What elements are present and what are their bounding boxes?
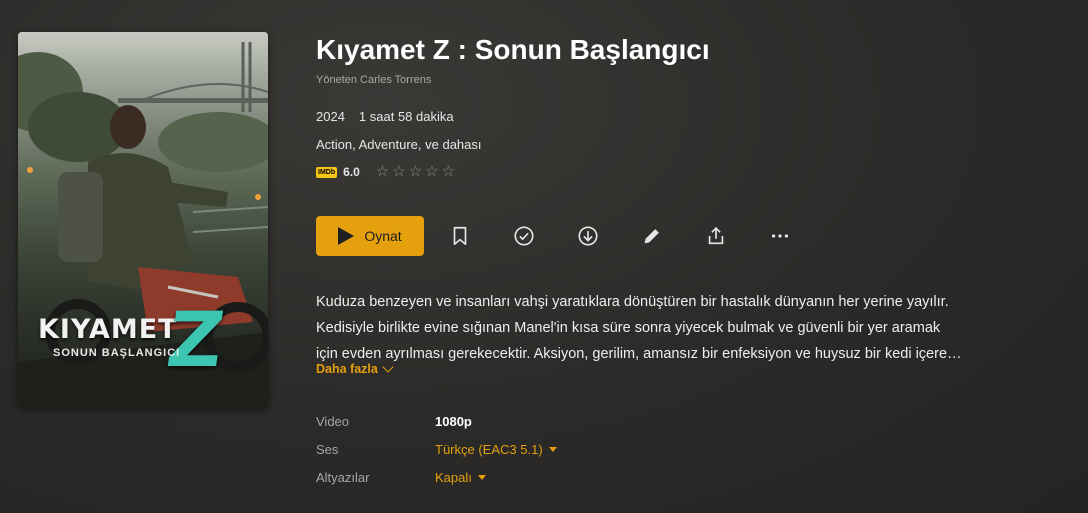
description-line: için evden ayrılması gerekecektir. Aksiy… bbox=[316, 346, 962, 362]
play-button[interactable]: Oynat bbox=[316, 216, 424, 256]
subtitles-value: Kapalı bbox=[435, 470, 472, 485]
poster-z-logo: Z bbox=[161, 295, 230, 384]
movie-description: Kuduza benzeyen ve insanları vahşi yarat… bbox=[316, 289, 1021, 367]
poster-subtitle-text: SONUN BAŞLANGICI bbox=[53, 347, 181, 359]
movie-meta: 2024 1 saat 58 dakika bbox=[316, 109, 454, 124]
user-rating-stars[interactable]: ☆ ☆ ☆ ☆ ☆ bbox=[376, 164, 455, 180]
chevron-down-icon bbox=[382, 361, 394, 373]
bookmark-button[interactable] bbox=[440, 216, 480, 256]
star-icon[interactable]: ☆ bbox=[392, 164, 405, 180]
release-year[interactable]: 2024 bbox=[316, 109, 345, 124]
share-icon bbox=[708, 227, 724, 245]
more-options-button[interactable] bbox=[760, 216, 800, 256]
audio-select[interactable]: Türkçe (EAC3 5.1) bbox=[435, 442, 557, 457]
play-button-label: Oynat bbox=[364, 228, 402, 244]
download-button[interactable] bbox=[568, 216, 608, 256]
read-more-label: Daha fazla bbox=[316, 362, 378, 376]
mark-watched-button[interactable] bbox=[504, 216, 544, 256]
action-bar: Oynat bbox=[316, 216, 800, 256]
read-more-link[interactable]: Daha fazla bbox=[316, 361, 394, 376]
description-line: Kuduza benzeyen ve insanları vahşi yarat… bbox=[316, 294, 949, 310]
audio-value: Türkçe (EAC3 5.1) bbox=[435, 442, 543, 457]
share-button[interactable] bbox=[696, 216, 736, 256]
star-icon[interactable]: ☆ bbox=[376, 164, 389, 180]
caret-down-icon bbox=[477, 475, 486, 480]
movie-title: Kıyamet Z : Sonun Başlangıcı bbox=[316, 34, 710, 65]
imdb-logo-icon: IMDb bbox=[316, 166, 338, 178]
runtime: 1 saat 58 dakika bbox=[358, 109, 454, 124]
star-icon[interactable]: ☆ bbox=[425, 164, 438, 180]
subtitles-select[interactable]: Kapalı bbox=[435, 470, 486, 485]
video-value: 1080p bbox=[435, 414, 472, 429]
edit-button[interactable] bbox=[632, 216, 672, 256]
audio-label: Ses bbox=[316, 442, 339, 457]
more-icon bbox=[771, 234, 789, 238]
genres-link[interactable]: Action, Adventure, ve dahası bbox=[316, 137, 482, 152]
play-icon bbox=[338, 227, 355, 245]
rating-row: IMDb 6.0 ☆ ☆ ☆ ☆ ☆ bbox=[316, 164, 455, 180]
poster-title-text: KIYAMET bbox=[38, 314, 178, 345]
pencil-icon bbox=[644, 229, 659, 244]
director-link[interactable]: Yöneten Carles Torrens bbox=[316, 74, 431, 86]
imdb-score: 6.0 bbox=[343, 165, 360, 179]
check-circle-icon bbox=[514, 226, 534, 246]
star-icon[interactable]: ☆ bbox=[409, 164, 422, 180]
bookmark-icon bbox=[453, 226, 467, 246]
description-line: Kedisiyle birlikte evine sığınan Manel'i… bbox=[316, 320, 941, 336]
movie-poster[interactable]: KIYAMET Z SONUN BAŞLANGICI bbox=[18, 32, 268, 407]
star-icon[interactable]: ☆ bbox=[442, 164, 455, 180]
video-label: Video bbox=[316, 414, 350, 429]
caret-down-icon bbox=[548, 447, 557, 452]
subtitles-label: Altyazılar bbox=[316, 470, 370, 485]
download-icon bbox=[578, 226, 598, 246]
